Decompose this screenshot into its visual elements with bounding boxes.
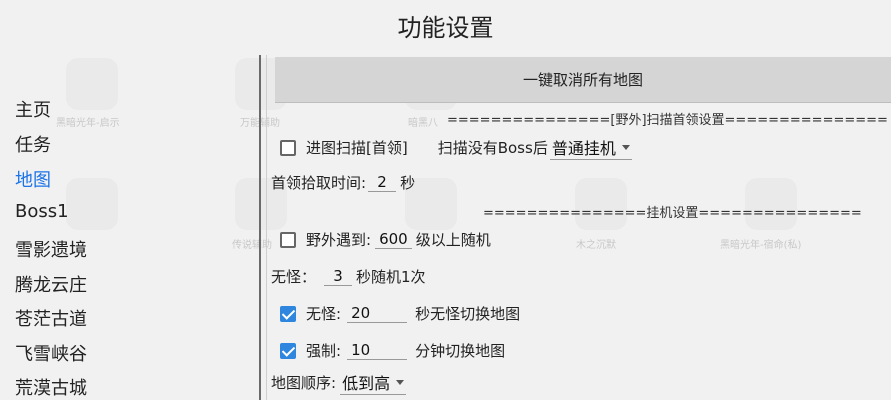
scan-boss-label: 进图扫描[首领] — [306, 139, 408, 157]
sidebar-item-tenglong[interactable]: 腾龙云庄 — [15, 271, 87, 297]
scan-boss-checkbox[interactable] — [280, 139, 296, 156]
field-meet-label: 野外遇到: — [306, 231, 372, 249]
section-divider-hangup: ===============挂机设置=============== — [483, 206, 862, 221]
app-label: 黑暗光年-启示 — [56, 118, 120, 129]
map-order-label: 地图顺序: — [271, 374, 337, 392]
force-switch-checkbox[interactable] — [280, 342, 296, 359]
force-switch-input[interactable]: 10 — [347, 341, 408, 360]
app-label: 木之沉默 — [576, 240, 616, 251]
app-label: 暗黑八 — [408, 118, 438, 129]
field-meet-row: 野外遇到: 600 级以上随机 — [280, 229, 491, 250]
page-title: 功能设置 — [397, 14, 494, 42]
field-meet-suffix: 级以上随机 — [415, 231, 491, 249]
field-meet-level-input[interactable]: 600 — [375, 230, 412, 249]
chevron-down-icon — [621, 144, 630, 150]
pickup-time-input[interactable]: 2 — [368, 173, 397, 192]
pickup-time-label: 首领拾取时间: — [271, 174, 367, 192]
section-divider-field-scan: ===============[野外]扫描首领设置=============== — [447, 113, 888, 128]
scan-row: 进图扫描[首领] 扫描没有Boss后 普通挂机 — [280, 135, 632, 160]
sidebar-item-map[interactable]: 地图 — [15, 166, 51, 192]
app-label: 黑暗光年-宿命(私) — [720, 240, 802, 251]
map-order-select[interactable]: 低到高 — [340, 370, 407, 395]
field-meet-checkbox[interactable] — [280, 231, 296, 248]
app-icon — [66, 178, 118, 230]
app-icon — [66, 58, 118, 110]
sidebar-divider — [259, 55, 261, 400]
no-monster-seconds-input[interactable]: 3 — [324, 267, 353, 286]
map-order-row: 地图顺序: 低到高 — [271, 370, 407, 395]
no-monster-switch-checkbox[interactable] — [280, 305, 296, 322]
sidebar-item-cangmang[interactable]: 苍茫古道 — [15, 305, 87, 331]
no-boss-label: 扫描没有Boss后 — [437, 139, 548, 157]
no-monster-switch-label: 无怪: — [306, 305, 342, 323]
no-monster-switch-suffix: 秒无怪切换地图 — [415, 305, 521, 323]
content-border — [266, 55, 267, 400]
sidebar-item-task[interactable]: 任务 — [15, 131, 51, 157]
no-monster-switch-row: 无怪: 20 秒无怪切换地图 — [280, 303, 520, 324]
no-monster-suffix: 秒随机1次 — [356, 268, 426, 286]
sidebar-item-huangmo[interactable]: 荒漠古城 — [15, 374, 87, 400]
force-switch-label: 强制: — [306, 342, 342, 360]
cancel-all-maps-button[interactable]: 一键取消所有地图 — [275, 57, 891, 103]
no-monster-random-row: 无怪： 3 秒随机1次 — [271, 266, 426, 287]
no-boss-select[interactable]: 普通挂机 — [549, 135, 632, 160]
no-boss-select-value: 普通挂机 — [551, 139, 616, 158]
no-monster-label: 无怪： — [271, 268, 317, 286]
sidebar-item-home[interactable]: 主页 — [15, 96, 51, 122]
no-monster-switch-input[interactable]: 20 — [347, 304, 408, 323]
chevron-down-icon — [396, 379, 405, 385]
map-order-select-value: 低到高 — [342, 374, 391, 393]
pickup-row: 首领拾取时间: 2 秒 — [271, 172, 415, 193]
sidebar-item-xueying[interactable]: 雪影遗境 — [15, 236, 87, 262]
pickup-unit: 秒 — [400, 174, 416, 192]
force-switch-row: 强制: 10 分钟切换地图 — [280, 340, 505, 361]
sidebar-item-feixue[interactable]: 飞雪峡谷 — [15, 340, 87, 366]
sidebar-item-boss1[interactable]: Boss1 — [15, 201, 69, 222]
force-switch-suffix: 分钟切换地图 — [415, 342, 506, 360]
